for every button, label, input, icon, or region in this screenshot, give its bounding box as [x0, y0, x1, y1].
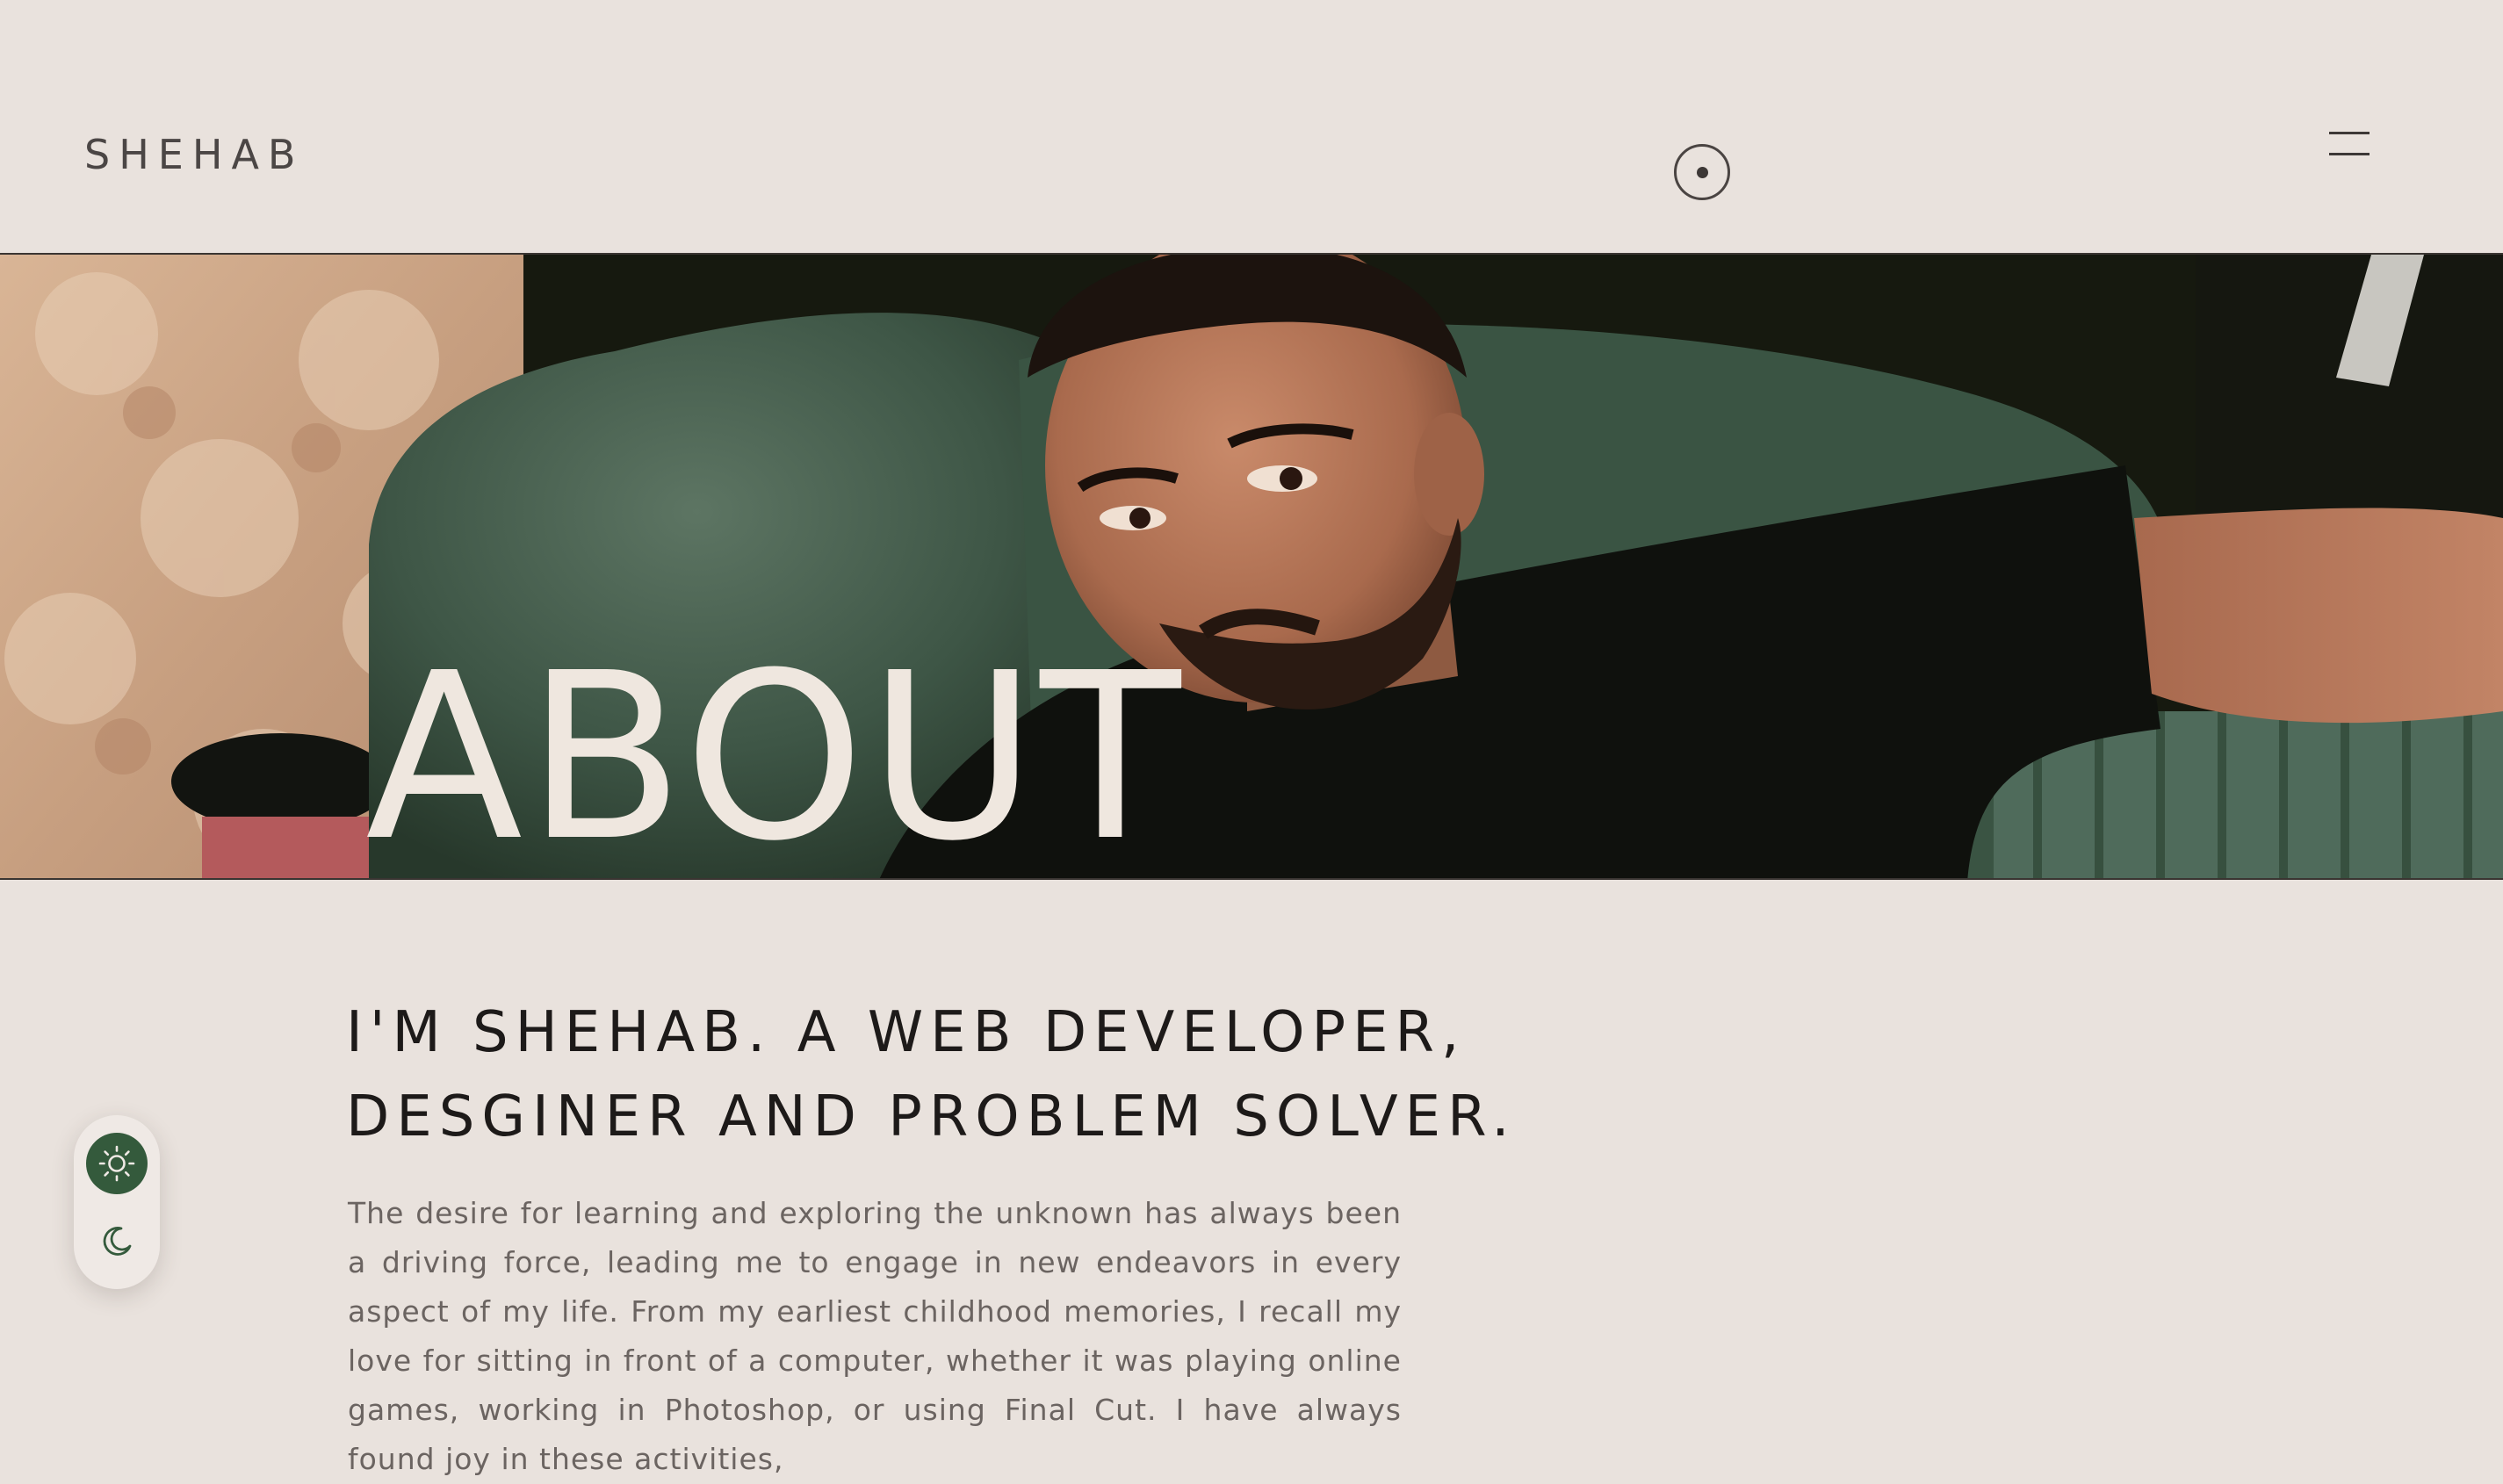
cursor-dot [1696, 166, 1708, 178]
moon-icon [103, 1227, 132, 1256]
dark-mode-button[interactable] [86, 1210, 148, 1271]
hero-banner: ABOUT [0, 253, 2503, 880]
site-header: SHEHAB [0, 0, 2503, 253]
about-paragraph: The desire for learning and exploring th… [348, 1196, 1402, 1476]
hamburger-menu-icon [2329, 132, 2370, 134]
menu-button[interactable] [2322, 123, 2375, 162]
light-mode-button[interactable] [86, 1133, 148, 1194]
about-heading: I'M SHEHAB. A WEB DEVELOPER, DESGINER AN… [346, 1000, 1517, 1149]
site-logo[interactable]: SHEHAB [84, 130, 304, 179]
cursor-dot-icon [1674, 144, 1730, 200]
hamburger-menu-icon-bar [2329, 153, 2370, 155]
sun-icon [98, 1145, 135, 1182]
hero-title: ABOUT [365, 623, 1185, 880]
theme-toggle [74, 1115, 160, 1289]
